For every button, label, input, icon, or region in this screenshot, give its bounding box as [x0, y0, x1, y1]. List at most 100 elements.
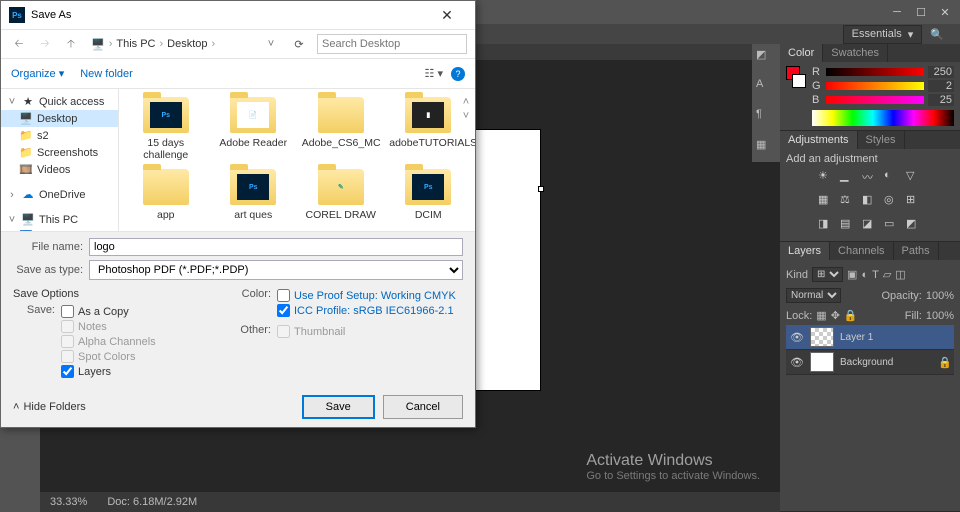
organize-menu[interactable]: Organize ▾	[11, 67, 64, 80]
curves-icon[interactable]: 〰	[862, 169, 878, 185]
b-slider[interactable]	[826, 96, 924, 104]
lock-all-icon[interactable]: 🔒	[844, 309, 858, 322]
g-value[interactable]: 2	[928, 80, 954, 92]
tree-this-pc[interactable]: ˅🖥️This PC	[1, 211, 118, 228]
tab-color[interactable]: Color	[780, 44, 823, 62]
layer-row[interactable]: 👁 Layer 1	[786, 325, 954, 350]
blend-mode-select[interactable]: Normal	[786, 288, 841, 303]
window-close-button[interactable]: ✕	[934, 4, 956, 20]
transform-handle[interactable]	[538, 186, 544, 192]
view-mode-button[interactable]: ☷ ▾	[425, 67, 443, 81]
spot-colors-checkbox: Spot Colors	[61, 349, 156, 364]
character-panel-icon[interactable]: A	[756, 78, 776, 98]
search-icon[interactable]: 🔍	[930, 28, 944, 41]
invert-icon[interactable]: ◨	[818, 217, 834, 233]
workspace-switcher[interactable]: Essentials ▾	[843, 25, 923, 44]
window-maximize-button[interactable]: ☐	[910, 4, 932, 20]
filter-adjust-icon[interactable]: ◐	[861, 269, 868, 281]
b-value[interactable]: 25	[928, 94, 954, 106]
navigation-tree[interactable]: ˅★Quick access 🖥️Desktop 📁s2 📁Screenshot…	[1, 89, 119, 231]
exposure-icon[interactable]: ◐	[884, 169, 900, 185]
layer-thumbnail[interactable]	[810, 327, 834, 347]
folder-item[interactable]: ✎COREL DRAW	[298, 167, 384, 223]
g-slider[interactable]	[826, 82, 924, 90]
layer-thumbnail[interactable]	[810, 352, 834, 372]
layers-checkbox[interactable]: Layers	[61, 364, 156, 379]
search-input[interactable]	[317, 34, 467, 54]
photo-filter-icon[interactable]: ◎	[884, 193, 900, 209]
tab-channels[interactable]: Channels	[830, 242, 893, 260]
tree-screenshots[interactable]: 📁Screenshots	[1, 144, 118, 161]
address-breadcrumb[interactable]: 🖥️ › This PC › Desktop ›	[87, 38, 255, 51]
filter-image-icon[interactable]: ▣	[847, 268, 857, 281]
dropdown-history-button[interactable]: ˅	[261, 34, 281, 54]
paragraph-panel-icon[interactable]: ¶	[756, 108, 776, 128]
help-icon[interactable]: ?	[451, 67, 465, 81]
foreground-background-swatch[interactable]	[786, 66, 806, 126]
nav-forward-button[interactable]: 🡢	[35, 34, 55, 54]
color-balance-icon[interactable]: ⚖	[840, 193, 856, 209]
layer-row[interactable]: 👁 Background 🔒	[786, 350, 954, 375]
gradient-map-icon[interactable]: ▭	[884, 217, 900, 233]
vertical-scrollbar[interactable]: ˄˅	[459, 95, 473, 225]
visibility-toggle[interactable]: 👁	[790, 331, 804, 344]
zoom-level[interactable]: 33.33%	[50, 496, 87, 508]
lock-position-icon[interactable]: ✥	[831, 309, 840, 322]
r-value[interactable]: 250	[928, 66, 954, 78]
layer-name[interactable]: Background	[840, 357, 932, 368]
tab-styles[interactable]: Styles	[858, 131, 905, 149]
folder-item[interactable]: Adobe_CS6_MC	[298, 95, 384, 163]
tab-adjustments[interactable]: Adjustments	[780, 131, 858, 149]
nav-up-button[interactable]: 🡡	[61, 34, 81, 54]
tree-quick-access[interactable]: ˅★Quick access	[1, 93, 118, 110]
as-copy-checkbox[interactable]: As a Copy	[61, 304, 156, 319]
tab-layers[interactable]: Layers	[780, 242, 830, 260]
folder-item[interactable]: Ps15 days challenge	[123, 95, 209, 163]
add-adjustment-label: Add an adjustment	[786, 153, 954, 165]
folder-item[interactable]: Psart ques	[211, 167, 297, 223]
save-button[interactable]: Save	[302, 395, 375, 419]
folder-item[interactable]: app	[123, 167, 209, 223]
refresh-button[interactable]: ⟳	[287, 34, 311, 54]
lock-pixels-icon[interactable]: ▦	[816, 309, 826, 322]
r-slider[interactable]	[826, 68, 924, 76]
hide-folders-toggle[interactable]: ˄Hide Folders	[13, 401, 86, 413]
visibility-toggle[interactable]: 👁	[790, 356, 804, 369]
tree-videos[interactable]: 🎞️Videos	[1, 161, 118, 178]
tab-paths[interactable]: Paths	[894, 242, 939, 260]
tree-onedrive[interactable]: ›☁OneDrive	[1, 186, 118, 203]
posterize-icon[interactable]: ▤	[840, 217, 856, 233]
vibrance-icon[interactable]: ▽	[906, 169, 922, 185]
filter-shape-icon[interactable]: ▱	[883, 268, 891, 281]
tab-swatches[interactable]: Swatches	[823, 44, 888, 62]
icc-profile-checkbox[interactable]: ICC Profile: sRGB IEC61966-2.1	[277, 303, 456, 318]
fill-value[interactable]: 100%	[926, 310, 954, 322]
tree-s2[interactable]: 📁s2	[1, 127, 118, 144]
file-name-input[interactable]	[89, 238, 463, 256]
brightness-icon[interactable]: ☀	[818, 169, 834, 185]
color-spectrum[interactable]	[812, 110, 954, 126]
selective-color-icon[interactable]: ◩	[906, 217, 922, 233]
opacity-value[interactable]: 100%	[926, 290, 954, 302]
channel-mixer-icon[interactable]: ⊞	[906, 193, 922, 209]
thumbnail-checkbox: Thumbnail	[277, 324, 345, 339]
save-type-select[interactable]: Photoshop PDF (*.PDF;*.PDP)	[89, 260, 463, 280]
window-minimize-button[interactable]: ─	[886, 4, 908, 20]
filter-text-icon[interactable]: T	[872, 269, 879, 281]
new-folder-button[interactable]: New folder	[80, 68, 133, 80]
tree-desktop[interactable]: 🖥️Desktop	[1, 110, 118, 127]
proof-setup-checkbox[interactable]: Use Proof Setup: Working CMYK	[277, 288, 456, 303]
cancel-button[interactable]: Cancel	[383, 395, 463, 419]
filter-smart-icon[interactable]: ◫	[895, 268, 905, 281]
library-panel-icon[interactable]: ▦	[756, 138, 776, 158]
threshold-icon[interactable]: ◪	[862, 217, 878, 233]
bw-icon[interactable]: ◧	[862, 193, 878, 209]
filter-kind-select[interactable]: ⊞	[812, 267, 843, 282]
levels-icon[interactable]: ▁	[840, 169, 856, 185]
hue-icon[interactable]: ▦	[818, 193, 834, 209]
history-panel-icon[interactable]: ◩	[756, 48, 776, 68]
dialog-close-button[interactable]: ✕	[427, 7, 467, 24]
layer-name[interactable]: Layer 1	[840, 332, 950, 343]
folder-item[interactable]: 📄Adobe Reader	[211, 95, 297, 163]
nav-back-button[interactable]: 🡠	[9, 34, 29, 54]
